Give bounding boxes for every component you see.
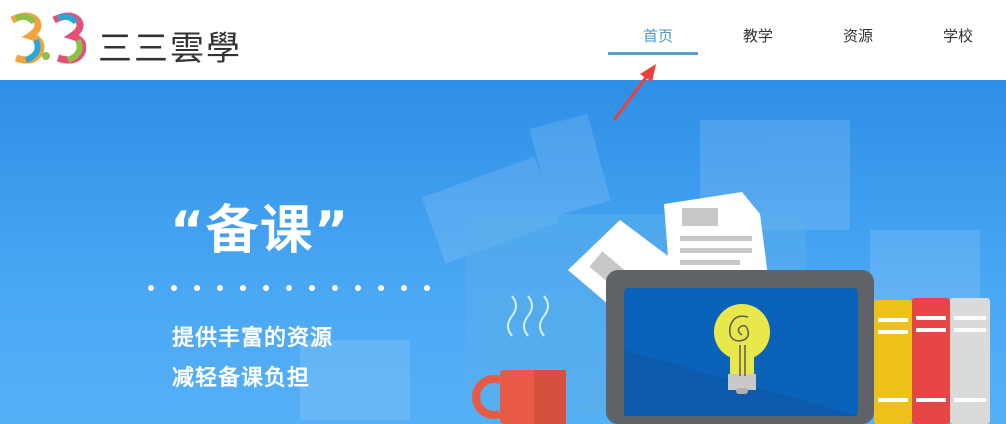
banner-subtitle-line2: 减轻备课负担	[172, 366, 311, 391]
books-icon	[874, 298, 990, 424]
banner-illustration	[300, 113, 990, 424]
nav-item-teaching[interactable]: 教学	[708, 0, 808, 80]
nav-item-school[interactable]: 学校	[908, 0, 1006, 80]
nav-item-label: 资源	[842, 27, 873, 45]
main-nav: 首页 教学 资源 学校	[608, 0, 1006, 80]
nav-item-label: 学校	[942, 27, 973, 45]
banner-subtitle-line1: 提供丰富的资源	[172, 326, 334, 351]
hero-banner[interactable]: “备课” 提供丰富的资源 减轻备课负担	[0, 80, 1006, 424]
nav-item-resources[interactable]: 资源	[808, 0, 908, 80]
logo-mark-icon	[10, 12, 86, 64]
dotted-divider	[148, 285, 430, 291]
top-header: 三三雲學堂 首页 教学 资源 学校	[0, 0, 1006, 118]
nav-item-label: 首页	[642, 27, 673, 45]
active-nav-underline	[608, 52, 698, 55]
banner-title: “备课”	[170, 201, 351, 261]
site-logo[interactable]: 三三雲學堂	[6, 10, 256, 118]
nav-item-label: 教学	[742, 27, 773, 45]
nav-item-home[interactable]: 首页	[608, 0, 708, 80]
